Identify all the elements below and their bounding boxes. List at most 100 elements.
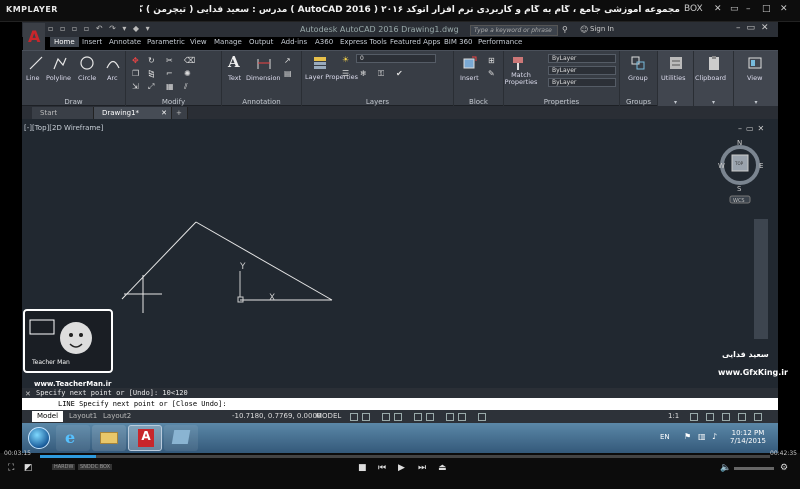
offset-icon[interactable]: ⫽ [184,82,192,91]
clean-screen-icon[interactable] [738,413,746,421]
volume-slider[interactable] [734,467,774,470]
tab-express-tools[interactable]: Express Tools [340,38,387,46]
ie-taskbar-button[interactable]: e [56,425,90,451]
cursor-coordinates[interactable]: -10.7180, 0.7769, 0.0000 [232,412,321,420]
customization-icon[interactable] [754,413,762,421]
model-space-button[interactable]: MODEL [316,412,341,420]
command-close-icon[interactable]: ✕ [25,390,31,398]
clock[interactable]: 10:12 PM 7/14/2015 [730,429,766,445]
create-block-icon[interactable]: ⊞ [488,56,496,65]
settings-icon[interactable]: ⚙ [780,463,788,473]
layer-state-icon[interactable]: ☰ [342,69,350,78]
linetype-dropdown[interactable]: ByLayer [548,78,616,87]
layer-lock-icon[interactable]: ⚿ [378,69,386,78]
tab-annotate[interactable]: Annotate [109,38,141,46]
fillet-icon[interactable]: ⌐ [166,69,174,78]
copy-icon[interactable]: ❐ [132,69,140,78]
maximize-icon[interactable]: □ [762,4,771,14]
stretch-icon[interactable]: ⇲ [132,82,140,91]
search-input[interactable]: Type a keyword or phrase [470,25,558,36]
hw-label[interactable]: HARDW [52,464,76,470]
grid-icon[interactable] [350,413,358,421]
new-tab-button[interactable]: + [172,107,188,119]
polar-icon[interactable] [394,413,402,421]
snap-icon[interactable] [362,413,370,421]
layer-freeze-icon[interactable]: ❄ [360,69,368,78]
annotation-scale-icon[interactable] [478,413,486,421]
arc-tool-label[interactable]: Arc [107,74,118,82]
restore-icon[interactable]: ▭ [730,4,739,14]
tab-output[interactable]: Output [249,38,273,46]
table-icon[interactable]: ▤ [284,69,292,78]
array-icon[interactable]: ▦ [166,82,174,91]
tab-layout1[interactable]: Layout1 [64,411,102,422]
application-menu-button[interactable]: A [23,23,45,53]
isolate-icon[interactable] [706,413,714,421]
clipboard-expand-icon[interactable]: ▾ [694,99,733,106]
viewcube[interactable]: TOP N S E W WCS [718,139,763,204]
lineweight-dropdown[interactable]: ByLayer [548,66,616,75]
move-icon[interactable]: ✥ [132,56,140,65]
next-icon[interactable]: ⏭ [418,463,426,473]
view-expand-icon[interactable]: ▾ [734,99,778,106]
group-icon[interactable] [630,55,646,71]
player-box-button[interactable]: BOX [684,4,703,14]
ortho-icon[interactable] [382,413,390,421]
annotation-group-label[interactable]: Annotation [222,98,301,106]
explode-icon[interactable]: ✺ [184,69,192,78]
transparency-icon[interactable] [458,413,466,421]
drawn-line-1[interactable] [121,221,197,300]
erase-icon[interactable]: ⌫ [184,56,195,65]
stop-icon[interactable]: ■ [358,463,367,473]
clipboard-group[interactable]: Clipboard ▾ [694,51,734,107]
flag-icon[interactable]: ⚑ [684,432,691,441]
circle-icon[interactable] [79,55,95,71]
minimize-icon[interactable]: – [746,4,751,14]
trim-icon[interactable]: ✂ [166,56,174,65]
workspace-icon[interactable] [690,413,698,421]
tab-featured-apps[interactable]: Featured Apps [390,38,440,46]
utilities-expand-icon[interactable]: ▾ [658,99,693,106]
close-tab-icon[interactable]: ✕ [161,107,167,119]
mirror-icon[interactable]: ⧎ [148,69,156,78]
edit-block-icon[interactable]: ✎ [488,69,496,78]
block-group-label[interactable]: Block [454,98,503,106]
tab-start[interactable]: Start [32,107,94,119]
window-controls[interactable]: –▭✕ [736,23,775,33]
tab-model[interactable]: Model [32,411,64,422]
tab-manage[interactable]: Manage [214,38,242,46]
command-input[interactable]: LINE Specify next point or [Close Undo]: [22,398,778,410]
polyline-tool-label[interactable]: Polyline [46,74,71,82]
lightbulb-icon[interactable]: ☀ [342,55,350,64]
start-button[interactable] [28,427,50,449]
tab-parametric[interactable]: Parametric [147,38,185,46]
insert-block-icon[interactable] [462,55,478,71]
tab-view[interactable]: View [190,38,207,46]
polyline-icon[interactable] [52,55,68,71]
leader-icon[interactable]: ↗ [284,56,292,65]
player-volume-icon[interactable]: 🔈 [720,463,731,473]
groups-group-label[interactable]: Groups [620,98,657,106]
autocad-taskbar-button[interactable]: A [128,425,162,451]
otrack-icon[interactable] [426,413,434,421]
play-icon[interactable]: ▶ [398,463,405,473]
match-properties-label[interactable]: Match Properties [504,72,538,86]
dimension-icon[interactable] [256,55,272,71]
sound-label[interactable]: SNDDC BOX [78,464,113,470]
pin-icon[interactable]: ✕ [714,4,722,14]
seek-bar[interactable] [40,455,770,458]
tab-insert[interactable]: Insert [82,38,102,46]
view-group[interactable]: View ▾ [734,51,778,107]
group-tool-label[interactable]: Group [628,74,648,82]
eject-icon[interactable]: ⏏ [438,463,447,473]
tab-performance[interactable]: Performance [478,38,522,46]
color-dropdown[interactable]: ByLayer [548,54,616,63]
tab-drawing1[interactable]: Drawing1* ✕ [94,107,172,119]
tab-home[interactable]: Home [50,37,79,47]
modify-group-label[interactable]: Modify [126,98,221,106]
screen-icon[interactable]: ⛶ [8,463,14,473]
match-properties-icon[interactable] [510,55,526,71]
text-tool-label[interactable]: Text [228,74,241,82]
quick-access-toolbar[interactable]: ▫ ▫ ▫ ▫ ↶ ↷ ▾ ◆ ▾ [48,24,152,33]
network-icon[interactable]: ▥ [698,432,706,441]
